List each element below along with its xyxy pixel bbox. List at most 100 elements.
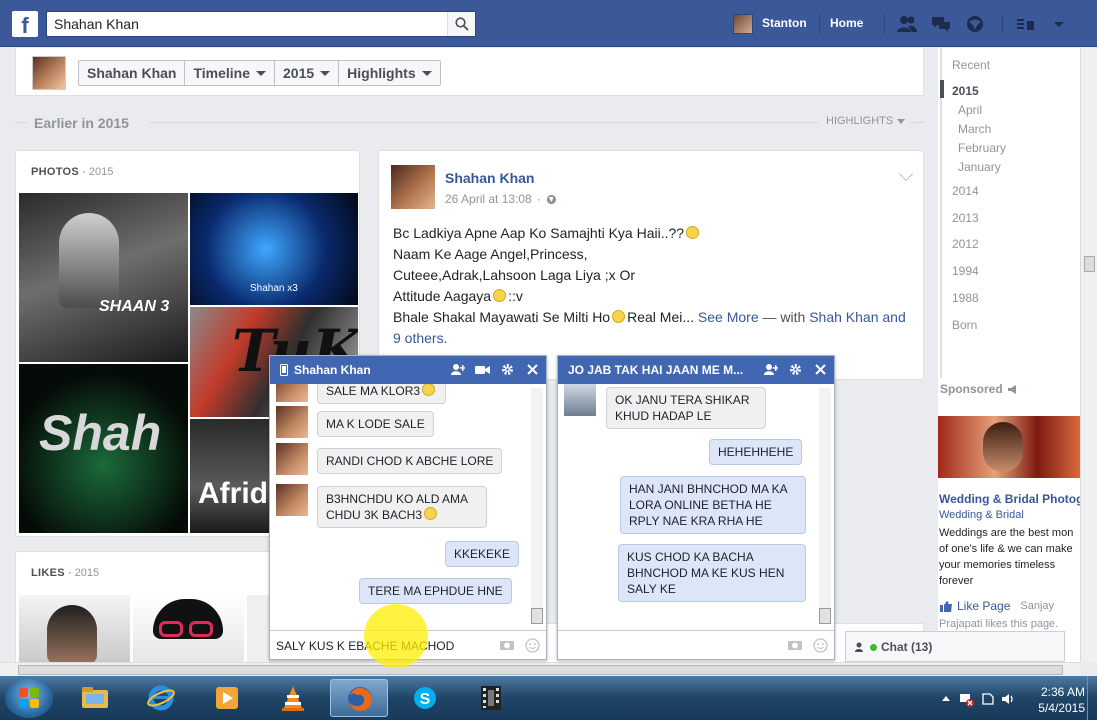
scrubber-year[interactable]: 1988 (952, 291, 979, 305)
smiley-icon[interactable] (525, 638, 540, 653)
sender-avatar[interactable] (276, 406, 308, 438)
chat-title[interactable]: Shahan Khan (280, 363, 371, 377)
skype-taskbar-button[interactable]: S (396, 679, 454, 717)
highlights-filter[interactable]: HIGHLIGHTS (826, 115, 906, 127)
scrubber-year-2015[interactable]: 2015 (952, 84, 979, 98)
scrubber-month[interactable]: April (958, 103, 982, 117)
gear-icon[interactable] (500, 362, 515, 377)
start-button[interactable] (5, 678, 53, 718)
sender-avatar[interactable] (564, 384, 596, 416)
horizontal-scrollbar[interactable] (0, 662, 1080, 676)
chat-scrollbar[interactable] (531, 388, 543, 624)
ad-liker-name: Sanjay (1020, 600, 1055, 612)
profile-thumbnail[interactable] (32, 56, 66, 90)
camera-icon[interactable] (787, 638, 803, 651)
ie-taskbar-button[interactable] (132, 679, 190, 717)
sender-avatar[interactable] (276, 443, 308, 475)
vlc-taskbar-button[interactable] (264, 679, 322, 717)
post-line: Bc Ladkiya Apne Aap Ko Samajhti Kya Haii… (393, 225, 685, 241)
gear-icon[interactable] (788, 362, 803, 377)
chat-messages: SALE MA KLOR3 MA K LODE SALE RANDI CHOD … (270, 384, 546, 630)
sender-avatar[interactable] (276, 484, 308, 516)
sender-avatar[interactable] (276, 384, 308, 402)
user-avatar[interactable] (733, 14, 753, 34)
action-center-icon[interactable] (980, 691, 996, 707)
facebook-logo-icon[interactable]: f (12, 11, 38, 37)
timeline-scrubber-column: Recent 2015 April March February January… (938, 48, 1080, 662)
scrubber-month[interactable]: January (958, 160, 1001, 174)
liked-page-thumbnail[interactable] (19, 595, 130, 662)
chat-title[interactable]: JO JAB TAK HAI JAAN ME M... (568, 363, 743, 377)
privacy-shortcuts-icon[interactable] (1014, 14, 1036, 34)
post-time-link[interactable]: 26 April at 13:08 (445, 192, 532, 206)
chat-scrollbar[interactable] (819, 388, 831, 624)
media-player-taskbar-button[interactable] (198, 679, 256, 717)
add-friend-icon[interactable] (763, 362, 778, 377)
search-input[interactable] (47, 12, 447, 36)
like-page-button[interactable]: Like Page Sanjay (939, 599, 1054, 613)
chevron-down-icon[interactable] (898, 166, 914, 182)
network-error-icon[interactable] (958, 691, 974, 707)
camera-icon[interactable] (499, 638, 515, 651)
profile-name-pill[interactable]: Shahan Khan (79, 61, 186, 85)
timeline-pill[interactable]: Timeline (185, 61, 276, 85)
highlights-pill[interactable]: Highlights (339, 61, 439, 85)
scrubber-month[interactable]: March (958, 122, 991, 136)
chat-message-input[interactable] (564, 639, 774, 653)
photos-label: PHOTOS (31, 166, 80, 178)
globe-icon[interactable] (546, 194, 557, 205)
vertical-scrollbar[interactable] (1080, 48, 1097, 662)
scrubber-year[interactable]: 2013 (952, 211, 979, 225)
search-icon (455, 17, 469, 31)
photo-thumbnail[interactable]: Shahan x3 (190, 193, 358, 305)
friend-requests-icon[interactable] (896, 14, 918, 34)
add-friend-icon[interactable] (450, 362, 465, 377)
scrubber-year[interactable]: 2012 (952, 237, 979, 251)
tagged-others-link[interactable]: 9 others. (393, 330, 447, 346)
ad-title[interactable]: Wedding & Bridal Photog (939, 492, 1080, 506)
smiley-icon[interactable] (813, 638, 828, 653)
close-icon[interactable] (525, 362, 540, 377)
notifications-icon[interactable] (964, 14, 986, 34)
see-more-link[interactable]: See More (698, 309, 759, 325)
year-pill[interactable]: 2015 (275, 61, 340, 85)
video-editor-taskbar-button[interactable] (462, 679, 520, 717)
scrubber-year[interactable]: 1994 (952, 264, 979, 278)
chat-header[interactable]: JO JAB TAK HAI JAAN ME M... (558, 356, 834, 384)
show-hidden-icons-icon[interactable] (938, 691, 954, 707)
settings-icon[interactable] (1048, 14, 1070, 34)
explorer-taskbar-button[interactable] (66, 679, 124, 717)
messages-icon[interactable] (930, 14, 952, 34)
chevron-down-icon (256, 70, 267, 76)
scrubber-month[interactable]: February (958, 141, 1006, 155)
firefox-taskbar-button[interactable] (330, 679, 388, 717)
scrollbar-thumb[interactable] (531, 608, 543, 624)
chevron-down-icon (320, 70, 331, 76)
scrollbar-thumb[interactable] (18, 665, 1063, 675)
post-author-name[interactable]: Shahan Khan (445, 170, 534, 186)
scrollbar-thumb[interactable] (1084, 256, 1095, 272)
scrubber-year[interactable]: 2014 (952, 184, 979, 198)
show-desktop-button[interactable] (1087, 676, 1097, 720)
close-icon[interactable] (813, 362, 828, 377)
video-call-icon[interactable] (475, 362, 490, 377)
search-button[interactable] (447, 12, 475, 36)
chat-header[interactable]: Shahan Khan (270, 356, 546, 384)
scrollbar-thumb[interactable] (819, 608, 831, 624)
photos-heading[interactable]: PHOTOS · 2015 (31, 166, 113, 178)
scrubber-born[interactable]: Born (952, 318, 977, 332)
ad-subtitle[interactable]: Wedding & Bridal (939, 509, 1024, 521)
ad-image[interactable] (938, 416, 1080, 478)
liked-page-thumbnail[interactable] (133, 595, 244, 662)
photo-thumbnail[interactable]: SHAAN 3 (19, 193, 188, 362)
likes-heading[interactable]: LIKES · 2015 (31, 567, 99, 579)
home-link[interactable]: Home (830, 16, 863, 30)
tagged-user-link[interactable]: Shah Khan (809, 309, 878, 325)
photo-thumbnail[interactable]: Shah (19, 364, 188, 533)
scrubber-recent[interactable]: Recent (952, 58, 990, 72)
post-author-avatar[interactable] (391, 165, 435, 209)
profile-link[interactable]: Stanton (762, 16, 807, 30)
chat-sidebar-toggle[interactable]: Chat (13) (845, 631, 1065, 662)
system-clock[interactable]: 2:36 AM 5/4/2015 (1038, 684, 1085, 716)
volume-icon[interactable] (1000, 691, 1016, 707)
